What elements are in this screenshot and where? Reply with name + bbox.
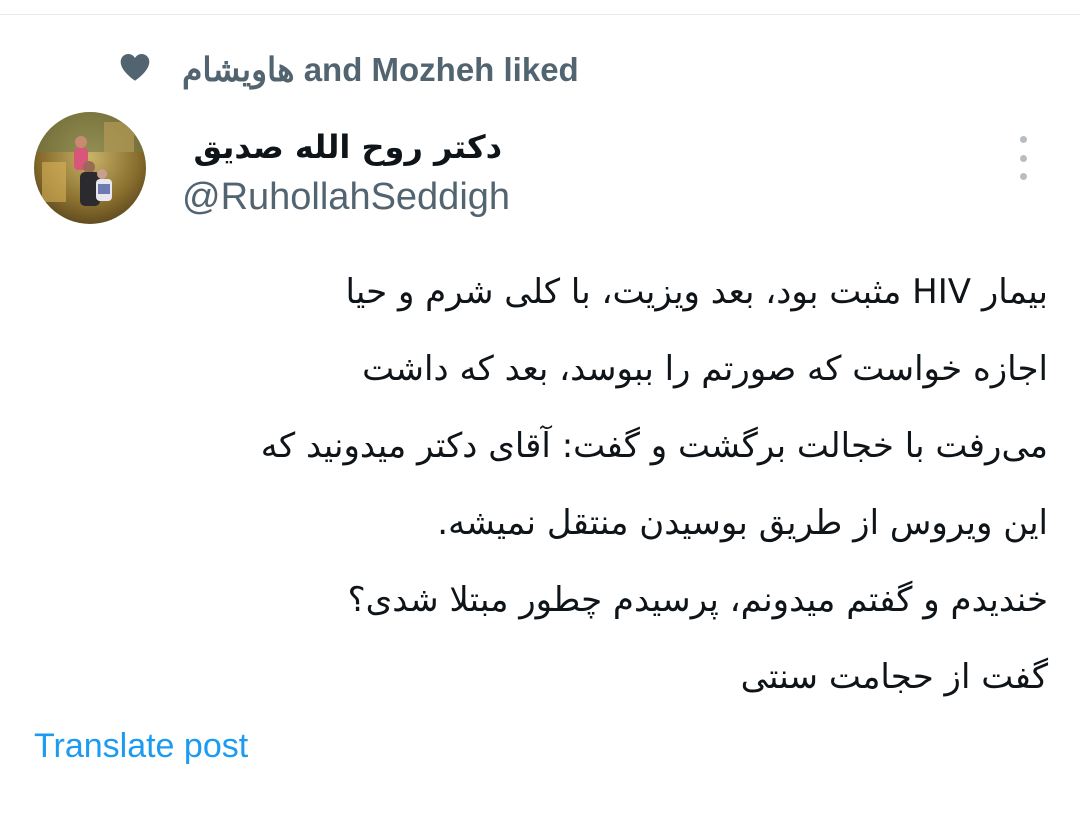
- heart-icon: [120, 54, 150, 81]
- avatar[interactable]: [34, 112, 146, 224]
- more-vertical-icon: [1019, 136, 1027, 143]
- more-dot: [1019, 173, 1027, 180]
- translate-post-link[interactable]: Translate post: [34, 722, 248, 770]
- tweet-line: خندیدم و گفتم میدونم، پرسیدم چطور مبتلا …: [347, 580, 1048, 620]
- tweet-line: گفت از حجامت سنتی: [740, 657, 1048, 697]
- social-context-suffix: and Mozheh liked: [303, 51, 579, 88]
- author-handle[interactable]: @RuhollahSeddigh: [182, 172, 510, 222]
- more-options-button[interactable]: [1006, 136, 1040, 180]
- top-divider: [0, 14, 1080, 15]
- tweet-text: بیمار HIV مثبت بود، بعد ویزیت، با کلی شر…: [30, 254, 1048, 716]
- tweet-line: بیمار HIV مثبت بود، بعد ویزیت، با کلی شر…: [345, 272, 1049, 312]
- author-display-name[interactable]: دکتر روح الله صدیق: [182, 122, 502, 172]
- tweet-line: این ویروس از طریق بوسیدن منتقل نمیشه.: [437, 503, 1048, 543]
- tweet-line: می‌رفت با خجالت برگشت و گفت: آقای دکتر م…: [260, 426, 1048, 466]
- more-dot: [1019, 154, 1027, 162]
- avatar-photo: [34, 112, 146, 224]
- liker-name[interactable]: هاویشام: [182, 51, 295, 88]
- social-context-text: هاویشام and Mozheh liked: [182, 46, 579, 94]
- tweet-line: اجازه خواست که صورتم را ببوسد، بعد که دا…: [362, 349, 1048, 389]
